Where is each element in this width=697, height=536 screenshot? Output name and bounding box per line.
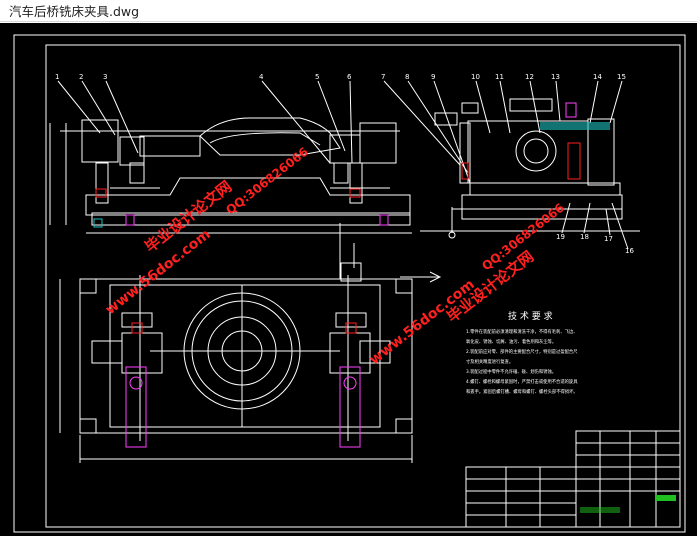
balloon-6: 6	[347, 73, 352, 81]
tech-line-2: 氧化皮、锈蚀、切屑、油污、着色剂和灰尘等。	[466, 338, 556, 345]
balloon-1: 1	[55, 73, 59, 81]
balloon-2: 2	[79, 73, 83, 81]
balloon-18: 18	[580, 233, 589, 241]
drawing-svg: 1 2 3 4 5 6 7 8 9 10 11 12 13 14 15 16 1…	[13, 34, 686, 533]
tech-line-6: 4.螺钉、螺栓和螺母紧固时，严禁打击或使用不合适的旋具	[466, 378, 578, 385]
cad-drawing-canvas[interactable]: 1 2 3 4 5 6 7 8 9 10 11 12 13 14 15 16 1…	[0, 23, 697, 536]
window-titlebar: 汽车后桥铣床夹具.dwg	[0, 0, 697, 22]
tech-line-5: 3.装配过程中零件不允许磕、碰、划伤和锈蚀。	[466, 368, 556, 375]
front-view	[49, 80, 471, 234]
balloon-16: 16	[625, 247, 634, 255]
balloon-19: 19	[556, 233, 565, 241]
balloon-14: 14	[593, 73, 602, 81]
tech-requirements: 技 术 要 求 1.零件在装配前必须清理和清洗干净，不得有毛刺、飞边、 氧化皮、…	[466, 310, 578, 395]
tech-title: 技 术 要 求	[508, 310, 553, 322]
balloon-4: 4	[259, 73, 264, 81]
balloon-15: 15	[617, 73, 626, 81]
balloon-9: 9	[431, 73, 435, 81]
balloon-13: 13	[551, 73, 560, 81]
accent-marks	[93, 102, 676, 513]
balloon-12: 12	[525, 73, 534, 81]
balloon-17: 17	[604, 235, 613, 243]
outer-frame	[13, 34, 686, 533]
balloon-3: 3	[103, 73, 107, 81]
watermark-url-right: www.56doc.com	[367, 276, 478, 368]
tech-line-4: 寸及相关精度进行复查。	[466, 358, 513, 365]
tech-line-1: 1.零件在装配前必须清理和清洗干净，不得有毛刺、飞边、	[466, 328, 578, 335]
tech-line-3: 2.装配前应对零、部件的主要配合尺寸，特别是过盈配合尺	[466, 348, 578, 355]
title-block	[465, 430, 681, 528]
tech-line-7: 和扳手。紧固后螺钉槽、螺母和螺钉、螺栓头部不得损坏。	[466, 388, 578, 395]
balloon-7: 7	[381, 73, 385, 81]
window-title: 汽车后桥铣床夹具.dwg	[9, 4, 140, 19]
balloon-10: 10	[471, 73, 480, 81]
balloon-8: 8	[405, 73, 409, 81]
balloon-5: 5	[315, 73, 319, 81]
balloon-11: 11	[495, 73, 504, 81]
